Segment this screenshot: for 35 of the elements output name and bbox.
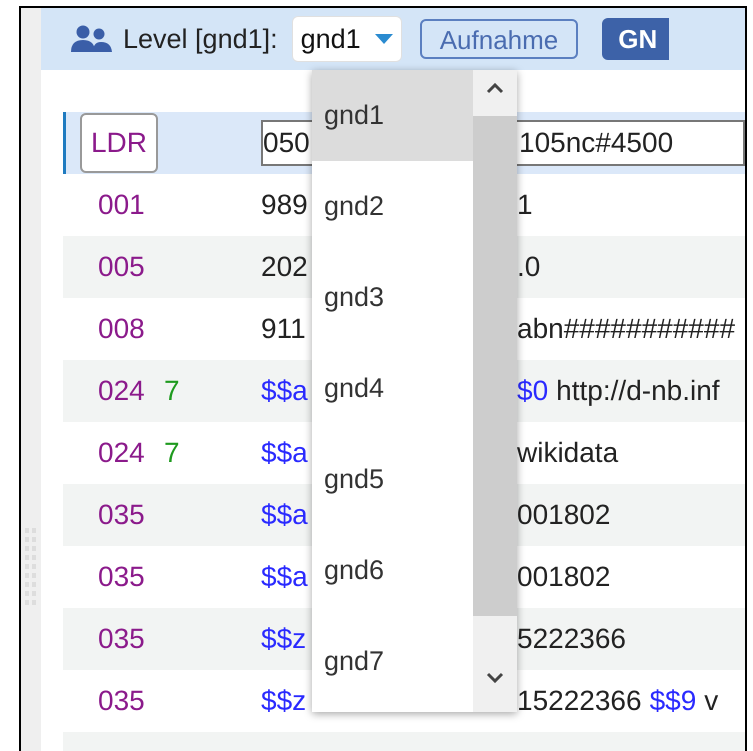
- field-value: wikidata: [517, 436, 618, 470]
- field-tag: 005: [98, 246, 164, 288]
- subfield-code: $$a: [261, 436, 308, 470]
- field-value: .0: [517, 250, 540, 284]
- field-value: http://d-nb.inf: [556, 374, 720, 408]
- field-tag: 001: [98, 184, 164, 226]
- subfield-code: $$z: [261, 684, 306, 718]
- field-value: 105nc#4500: [519, 126, 674, 160]
- field-value: 989: [261, 188, 308, 222]
- subfield-code: $$9: [650, 684, 696, 718]
- subfield-code: $$a: [261, 560, 308, 594]
- field-tag: 024: [98, 432, 164, 474]
- field-value: 15222366: [517, 684, 642, 718]
- field-value: 050: [263, 126, 310, 160]
- subfield-code: $$a: [261, 498, 308, 532]
- field-value: 1: [517, 188, 533, 222]
- field-value: 001802: [517, 560, 610, 594]
- subfield-code: $0: [517, 374, 548, 408]
- field-value: abn###########: [517, 312, 736, 346]
- field-tag: 024: [98, 370, 164, 412]
- field-tag: 035: [98, 494, 164, 536]
- level-label: Level [gnd1]:: [123, 22, 278, 56]
- field-value: v: [704, 684, 718, 718]
- indicator: 7: [164, 374, 180, 408]
- field-tag: 035: [98, 680, 164, 722]
- field-tag: 008: [98, 308, 164, 350]
- field-value: 202: [261, 250, 308, 284]
- indicator: 7: [164, 436, 180, 470]
- field-tag: 035: [98, 618, 164, 660]
- field-value: 5222366: [517, 622, 626, 656]
- subfield-code: $$z: [261, 622, 306, 656]
- field-value: 911: [261, 312, 306, 346]
- field-value: 001802: [517, 498, 610, 532]
- field-tag: 035: [98, 556, 164, 598]
- subfield-code: $$a: [261, 374, 308, 408]
